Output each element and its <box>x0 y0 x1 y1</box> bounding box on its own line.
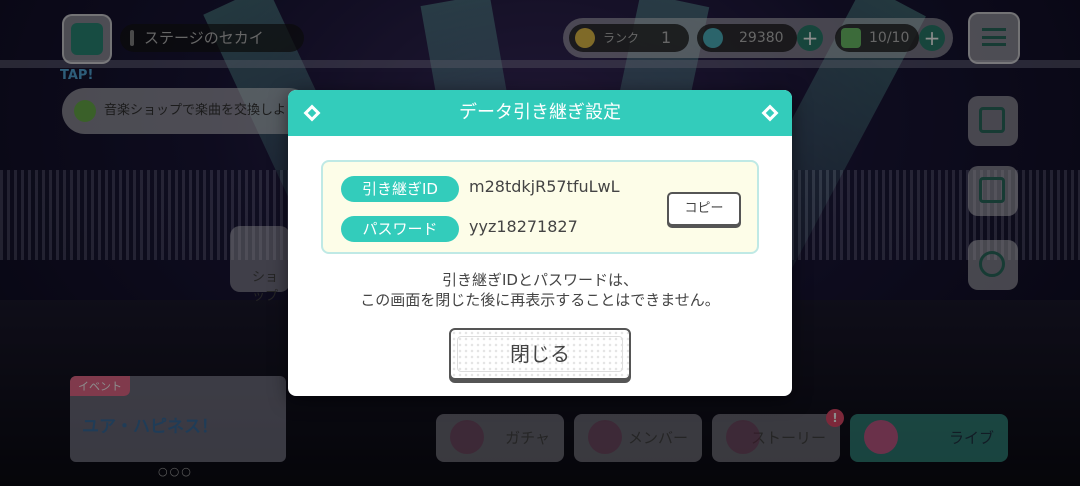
data-transfer-dialog: データ引き継ぎ設定 引き継ぎID m28tdkjR57tfuLwL パスワード … <box>288 90 792 396</box>
dialog-header: データ引き継ぎ設定 <box>288 90 792 136</box>
warning-line-2: この画面を閉じた後に再表示することはできません。 <box>360 291 720 309</box>
transfer-id-label: 引き継ぎID <box>341 176 459 202</box>
copy-button[interactable]: コピー <box>667 192 741 226</box>
transfer-id-value: m28tdkjR57tfuLwL <box>469 177 620 196</box>
diamond-icon <box>303 104 321 122</box>
dialog-title: データ引き継ぎ設定 <box>459 102 621 123</box>
password-value: yyz18271827 <box>469 217 578 236</box>
close-button-label: 閉じる <box>510 342 570 366</box>
close-button[interactable]: 閉じる <box>449 328 631 380</box>
warning-line-1: 引き継ぎIDとパスワードは、 <box>442 271 638 289</box>
warning-message: 引き継ぎIDとパスワードは、 この画面を閉じた後に再表示することはできません。 <box>288 270 792 310</box>
password-label: パスワード <box>341 216 459 242</box>
diamond-icon <box>761 104 779 122</box>
credentials-panel: 引き継ぎID m28tdkjR57tfuLwL パスワード yyz1827182… <box>321 160 759 254</box>
